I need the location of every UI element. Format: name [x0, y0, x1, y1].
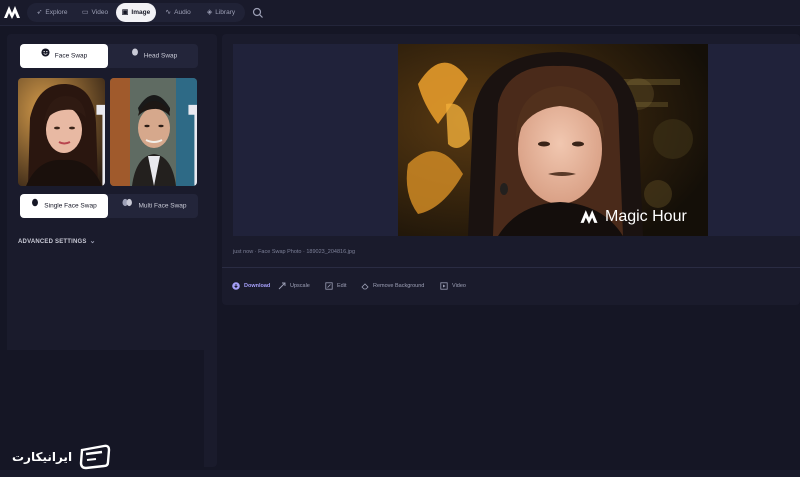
video-icon — [440, 281, 448, 290]
result-preview: Magic Hour — [233, 44, 800, 236]
card-logo-icon — [78, 444, 112, 470]
top-bar: ➶ Explore ▭ Video ▣ Image ∿ Audio ◈ Library — [0, 0, 800, 26]
multi-face-icon — [121, 194, 133, 218]
source-face-image[interactable] — [18, 78, 105, 186]
tab-explore[interactable]: ➶ Explore — [31, 3, 73, 22]
chevron-down-icon: ⌄ — [89, 238, 96, 245]
smile-icon — [41, 44, 50, 68]
result-meta: just now · Face Swap Photo · 189023_2048… — [233, 249, 355, 255]
single-face-icon — [31, 194, 39, 218]
magic-hour-mark-icon — [580, 210, 598, 224]
delete-target-icon[interactable] — [183, 83, 197, 186]
head-icon — [131, 44, 139, 68]
image-icon: ▣ — [121, 9, 129, 16]
compass-icon: ➶ — [36, 9, 43, 16]
target-face-image[interactable] — [110, 78, 197, 186]
swap-count-toggle: Single Face Swap Multi Face Swap — [20, 194, 198, 218]
settings-panel: Face Swap Head Swap Single Face Swap Mul… — [7, 34, 217, 467]
edit-icon — [325, 281, 333, 290]
audio-icon: ∿ — [165, 9, 172, 16]
multi-face-swap-tab[interactable]: Multi Face Swap — [110, 194, 198, 218]
eraser-icon — [361, 282, 369, 290]
single-face-swap-tab[interactable]: Single Face Swap — [20, 194, 108, 218]
search-icon[interactable] — [252, 6, 264, 18]
bottom-strip — [0, 470, 800, 477]
tab-image[interactable]: ▣ Image — [116, 3, 156, 22]
edit-button[interactable]: Edit — [325, 280, 346, 292]
result-panel: Magic Hour just now · Face Swap Photo · … — [222, 34, 800, 305]
library-icon: ◈ — [206, 9, 213, 16]
tab-audio[interactable]: ∿ Audio — [159, 3, 197, 22]
delete-source-icon[interactable] — [91, 83, 105, 186]
magic-hour-logo-icon[interactable] — [3, 4, 21, 20]
divider — [222, 267, 800, 268]
remove-background-button[interactable]: Remove Background — [361, 280, 424, 292]
tab-video[interactable]: ▭ Video — [77, 3, 113, 22]
tab-library[interactable]: ◈ Library — [200, 3, 242, 22]
download-icon — [232, 281, 240, 290]
head-swap-tab[interactable]: Head Swap — [110, 44, 198, 68]
advanced-settings-toggle[interactable]: ADVANCED SETTINGS ⌄ — [18, 237, 96, 245]
video-icon: ▭ — [81, 9, 89, 16]
mode-toggle: Face Swap Head Swap — [20, 44, 198, 68]
upscale-icon — [278, 282, 286, 290]
upscale-button[interactable]: Upscale — [278, 280, 310, 292]
download-button[interactable]: Download — [232, 280, 270, 292]
face-swap-tab[interactable]: Face Swap — [20, 44, 108, 68]
site-watermark: ایرانیکارت — [12, 441, 112, 471]
video-button[interactable]: Video — [440, 280, 466, 292]
